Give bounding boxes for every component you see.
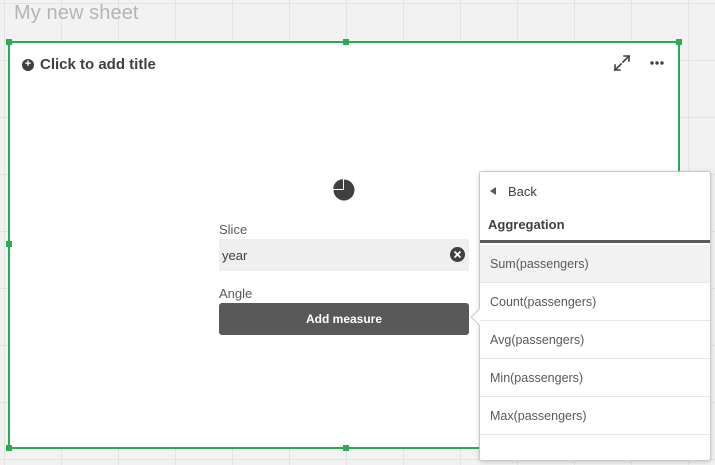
aggregation-header: Aggregation bbox=[480, 216, 710, 243]
add-title-label: Click to add title bbox=[40, 56, 156, 73]
aggregation-item-min[interactable]: Min(passengers) bbox=[480, 359, 710, 397]
back-arrow-icon bbox=[490, 187, 496, 195]
pie-chart-icon bbox=[332, 178, 356, 207]
slice-label: Slice bbox=[219, 222, 248, 237]
expand-icon[interactable] bbox=[613, 54, 631, 77]
clear-icon[interactable] bbox=[449, 246, 466, 266]
add-title-button[interactable]: + Click to add title bbox=[22, 56, 156, 73]
sheet-title: My new sheet bbox=[14, 2, 139, 24]
resize-handle-left[interactable] bbox=[6, 241, 12, 247]
aggregation-item-avg[interactable]: Avg(passengers) bbox=[480, 321, 710, 359]
aggregation-popover: Back Aggregation Sum(passengers) Count(p… bbox=[470, 171, 711, 461]
back-label: Back bbox=[508, 183, 537, 199]
more-icon[interactable] bbox=[649, 54, 665, 77]
angle-label: Angle bbox=[219, 286, 253, 301]
back-button[interactable]: Back bbox=[480, 172, 710, 210]
aggregation-item-count[interactable]: Count(passengers) bbox=[480, 283, 710, 321]
resize-handle-top-left[interactable] bbox=[6, 39, 12, 45]
resize-handle-top-right[interactable] bbox=[676, 39, 682, 45]
add-measure-button[interactable]: Add measure bbox=[219, 303, 469, 335]
resize-handle-bottom[interactable] bbox=[343, 445, 349, 451]
resize-handle-bottom-left[interactable] bbox=[6, 445, 12, 451]
resize-handle-top[interactable] bbox=[343, 39, 349, 45]
dimension-field[interactable]: year bbox=[219, 239, 469, 271]
aggregation-list: Sum(passengers) Count(passengers) Avg(pa… bbox=[480, 245, 710, 435]
plus-circle-icon: + bbox=[22, 58, 34, 71]
aggregation-item-max[interactable]: Max(passengers) bbox=[480, 397, 710, 435]
aggregation-item-sum[interactable]: Sum(passengers) bbox=[480, 245, 710, 283]
dimension-value: year bbox=[222, 247, 248, 263]
